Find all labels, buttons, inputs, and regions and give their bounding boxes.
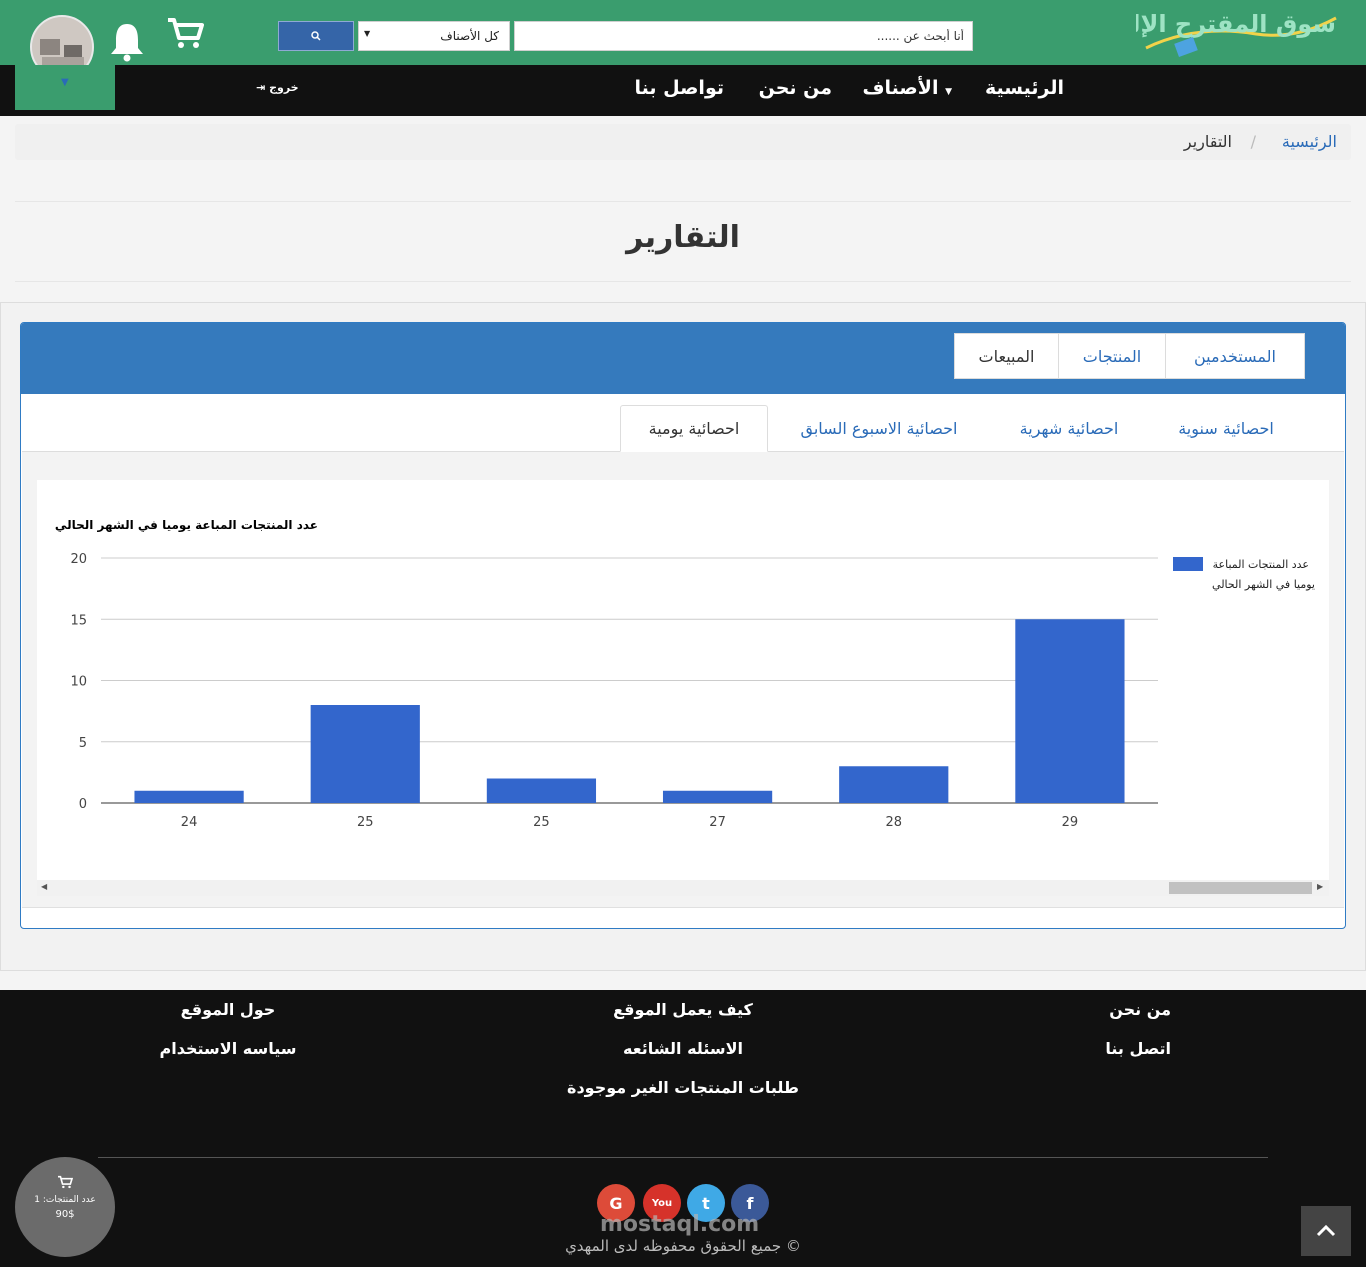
- breadcrumb-home-link[interactable]: الرئيسية: [1282, 132, 1337, 151]
- bell-icon[interactable]: [108, 22, 146, 62]
- sales-bar-chart: عدد المنتجات المباعة يوميا في الشهر الحا…: [55, 518, 1315, 830]
- x-tick-label: 29: [1062, 815, 1079, 830]
- search-icon: [311, 31, 321, 41]
- x-tick-label: 24: [181, 815, 198, 830]
- y-tick-label: 20: [70, 552, 87, 567]
- y-tick-label: 5: [79, 736, 87, 751]
- nav-categories[interactable]: الأصناف ▼: [862, 77, 952, 99]
- x-tick-label: 25: [357, 815, 374, 830]
- y-tick-label: 0: [79, 797, 87, 812]
- x-tick-label: 25: [533, 815, 550, 830]
- tab-products[interactable]: المنتجات: [1058, 333, 1166, 379]
- back-to-top-button[interactable]: [1301, 1206, 1351, 1256]
- chevron-down-icon: ▼: [61, 77, 69, 88]
- nav-categories-label: الأصناف: [862, 77, 939, 99]
- cart-icon[interactable]: [166, 16, 204, 50]
- search-button[interactable]: [278, 21, 354, 51]
- scroll-right-arrow-icon[interactable]: ▶: [1317, 882, 1323, 891]
- chart-bar: [1015, 619, 1125, 803]
- footer-link-product-requests[interactable]: طلبات المنتجات الغير موجودة: [0, 1078, 1366, 1097]
- x-tick-label: 27: [709, 815, 726, 830]
- nav-contact[interactable]: تواصل بنا: [634, 77, 724, 99]
- chart-gridlines: [101, 557, 1158, 804]
- logout-icon: ⇥: [256, 81, 266, 94]
- divider: [22, 907, 1344, 908]
- chart-bar: [839, 766, 949, 803]
- category-select[interactable]: كل الأصناف ▼: [358, 21, 510, 51]
- y-tick-label: 10: [70, 675, 87, 690]
- legend-label-line1: عدد المنتجات المباعة: [1213, 558, 1309, 571]
- logout-label: خروج: [269, 81, 299, 94]
- category-select-value: كل الأصناف: [440, 29, 499, 43]
- tab-users[interactable]: المستخدمين: [1165, 333, 1305, 379]
- site-logo[interactable]: سوق المقترح الإلكتروني: [1136, 4, 1346, 62]
- divider: [15, 281, 1351, 282]
- chart-bar: [486, 778, 597, 803]
- cart-count: عدد المنتجات: 1: [34, 1195, 96, 1205]
- chart-horizontal-scrollbar[interactable]: [37, 880, 1329, 896]
- caret-down-icon: ▼: [945, 87, 952, 97]
- cart-total: 90$: [55, 1209, 75, 1220]
- y-tick-label: 15: [70, 613, 87, 628]
- breadcrumb: [15, 124, 1351, 160]
- chart-bar: [310, 705, 420, 803]
- nav-home[interactable]: الرئيسية: [985, 77, 1064, 99]
- search-input[interactable]: [514, 21, 973, 51]
- subtab-yearly[interactable]: احصائية سنوية: [1150, 405, 1302, 452]
- breadcrumb-current: التقارير: [1183, 132, 1232, 151]
- floating-cart-summary[interactable]: عدد المنتجات: 1 90$: [15, 1157, 115, 1257]
- subtab-daily[interactable]: احصائية يومية: [620, 405, 768, 452]
- watermark: mostaql.com: [600, 1212, 760, 1237]
- chart-bar: [134, 790, 244, 803]
- scroll-left-arrow-icon[interactable]: ◀: [41, 882, 47, 891]
- chart-bars: [134, 619, 1125, 803]
- legend-label-line2: يوميا في الشهر الحالي: [1212, 578, 1315, 591]
- breadcrumb-separator: /: [1250, 132, 1256, 151]
- copyright: جميع الحقوق محفوظه لدى المهدي ©: [565, 1237, 801, 1255]
- footer-link-about-site[interactable]: حول الموقع: [110, 1000, 346, 1019]
- logout-link[interactable]: ⇥ خروج: [256, 81, 299, 94]
- caret-down-icon: ▼: [364, 29, 371, 38]
- subtab-monthly[interactable]: احصائية شهرية: [990, 405, 1148, 452]
- chart-title: عدد المنتجات المباعة يوميا في الشهر الحا…: [55, 518, 318, 533]
- nav-about[interactable]: من نحن: [759, 77, 832, 99]
- page-title: التقارير: [626, 220, 740, 255]
- cart-icon: [15, 1175, 115, 1193]
- footer-link-usage-policy[interactable]: سياسه الاستخدام: [110, 1039, 346, 1058]
- logo-text: سوق المقترح الإلكتروني: [1136, 10, 1336, 38]
- x-tick-label: 28: [885, 815, 902, 830]
- scrollbar-thumb[interactable]: [1169, 882, 1312, 894]
- subtab-last-week[interactable]: احصائية الاسبوع السابق: [770, 405, 988, 452]
- tab-sales[interactable]: المبيعات: [954, 333, 1059, 379]
- divider: [15, 201, 1351, 202]
- legend-swatch: [1173, 557, 1203, 571]
- user-menu-toggle[interactable]: ▼: [15, 65, 115, 110]
- footer-divider: [98, 1157, 1268, 1158]
- chart-bar: [662, 790, 773, 803]
- chevron-up-icon: [1316, 1225, 1336, 1237]
